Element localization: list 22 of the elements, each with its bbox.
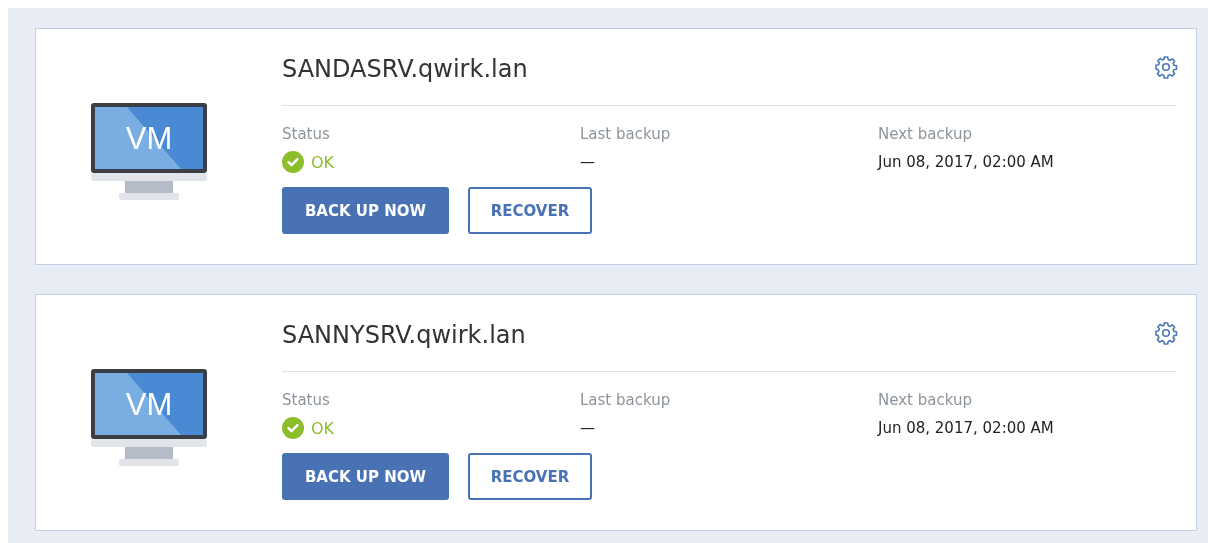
field-label: Status: [282, 391, 331, 409]
settings-icon[interactable]: [1154, 55, 1178, 79]
field-label: Status: [282, 125, 331, 143]
field-label: Next backup: [878, 391, 973, 409]
status-text: OK: [311, 418, 335, 438]
field-label: Last backup: [580, 125, 672, 143]
recover-button[interactable]: RECOVER: [468, 187, 592, 234]
machine-name: SANNYSRV.qwirk.lan: [282, 321, 526, 349]
back-up-button[interactable]: BACK UP NOW: [282, 187, 449, 234]
field-value: —: [580, 153, 595, 171]
field-value: Jun 08, 2017, 02:00 AM: [878, 153, 1054, 171]
field-value: Jun 08, 2017, 02:00 AM: [878, 419, 1054, 437]
settings-icon[interactable]: [1154, 321, 1178, 345]
field-label: Last backup: [580, 391, 672, 409]
machine-name: SANDASRV.qwirk.lan: [282, 55, 528, 83]
recover-button[interactable]: RECOVER: [468, 453, 592, 500]
field-label: Next backup: [878, 125, 973, 143]
status-text: OK: [311, 152, 335, 172]
vm-label: VM: [125, 387, 173, 422]
vm-label: VM: [125, 121, 173, 156]
field-value: —: [580, 419, 595, 437]
back-up-button[interactable]: BACK UP NOW: [282, 453, 449, 500]
